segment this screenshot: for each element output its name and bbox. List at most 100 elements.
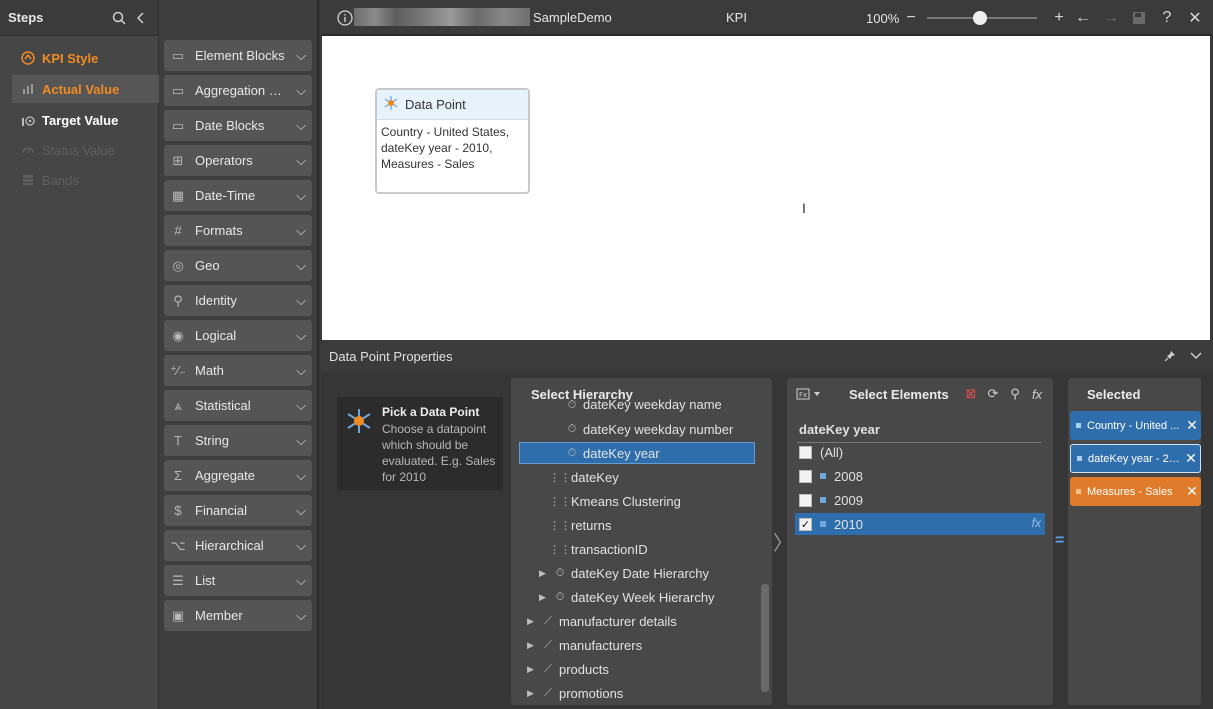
hierarchy-item[interactable]: ▶ ⟋ products [527, 658, 609, 680]
hierarchy-item[interactable]: ▶ ⟋ manufacturer details [527, 610, 677, 632]
selected-chip-measure[interactable]: Measures - Sales ✕ [1070, 477, 1201, 506]
hierarchy-item[interactable]: ⋮⋮ Kmeans Clustering [549, 490, 681, 512]
chevron-down-icon[interactable]: ⌵ [290, 83, 312, 99]
element-item[interactable]: 2009 [795, 489, 1045, 511]
date-hierarchy-icon: ⏱ [567, 446, 577, 459]
expand-arrow-icon[interactable]: ▶ [539, 592, 549, 603]
selected-chip-active[interactable]: dateKey year - 2010 ✕ [1070, 444, 1201, 473]
clear-selection-icon[interactable]: ⊠ [963, 386, 979, 402]
block-date-blocks[interactable]: ▭ Date Blocks ⌵ [164, 110, 312, 141]
math-icon: ⁺⁄₋ [170, 362, 186, 378]
block-logical[interactable]: ◉ Logical ⌵ [164, 320, 312, 351]
element-blocks-icon: ▭ [171, 47, 185, 63]
search-icon[interactable]: ⚲ [1007, 386, 1023, 402]
block-formats[interactable]: # Formats ⌵ [164, 215, 312, 246]
block-operators[interactable]: ⊞ Operators ⌵ [164, 145, 312, 176]
search-icon[interactable] [110, 9, 128, 27]
block-member[interactable]: ▣ Member ⌵ [164, 600, 312, 631]
chevron-down-icon[interactable]: ⌵ [290, 363, 312, 379]
card-line: Country - United States, [381, 125, 510, 139]
zoom-out-icon[interactable]: − [901, 8, 921, 28]
block-statistical[interactable]: ⩓ Statistical ⌵ [164, 390, 312, 421]
pin-icon[interactable] [1161, 347, 1179, 365]
chevron-down-icon[interactable]: ⌵ [290, 188, 312, 204]
operators-icon: ⊞ [172, 152, 184, 168]
chevron-down-icon[interactable]: ⌵ [290, 118, 312, 134]
chevron-down-icon[interactable]: ⌵ [290, 503, 312, 519]
collapse-left-icon[interactable] [132, 9, 150, 27]
expand-arrow-icon[interactable]: ▶ [527, 688, 537, 699]
help-icon[interactable]: ? [1157, 8, 1177, 28]
fx-icon[interactable]: fx [1032, 516, 1041, 530]
element-item-all[interactable]: (All) [795, 441, 1045, 463]
chevron-down-icon[interactable]: ⌵ [290, 468, 312, 484]
chevron-down-icon[interactable]: ⌵ [290, 293, 312, 309]
expand-arrow-icon[interactable]: ▶ [527, 664, 537, 675]
checkbox[interactable] [799, 493, 812, 507]
chevron-down-icon[interactable]: ⌵ [290, 328, 312, 344]
remove-icon[interactable]: ✕ [1182, 450, 1200, 467]
zoom-slider-thumb[interactable] [973, 11, 987, 25]
block-string[interactable]: T String ⌵ [164, 425, 312, 456]
chevron-down-icon[interactable]: ⌵ [290, 433, 312, 449]
hierarchy-item[interactable]: ⏱ dateKey weekday number [565, 418, 734, 440]
info-icon[interactable] [335, 8, 355, 28]
hierarchy-icon: ⌥ [170, 537, 186, 553]
step-kpi-style[interactable]: KPI Style [12, 44, 98, 72]
hierarchy-item-selected[interactable]: ⏱ dateKey year [519, 442, 755, 464]
element-item-selected[interactable]: ✓ 2010 fx [795, 513, 1045, 535]
hierarchy-item[interactable]: ▶ ⟋ manufacturers [527, 634, 642, 656]
chevron-down-icon[interactable]: ⌵ [290, 398, 312, 414]
block-date-time[interactable]: ▦ Date-Time ⌵ [164, 180, 312, 211]
expand-arrow-icon[interactable]: ▶ [527, 640, 537, 651]
close-icon[interactable]: ✕ [1185, 8, 1205, 28]
chevron-down-icon[interactable]: ⌵ [290, 153, 312, 169]
chevron-down-icon[interactable]: ⌵ [290, 258, 312, 274]
hierarchy-item[interactable]: ▶ ⏱ dateKey Week Hierarchy [539, 586, 715, 608]
hierarchy-item[interactable]: ⏱ dateKey weekday name [565, 398, 722, 412]
chevron-down-icon[interactable] [1187, 347, 1205, 365]
element-item[interactable]: 2008 [795, 465, 1045, 487]
block-list[interactable]: ☰ List ⌵ [164, 565, 312, 596]
block-identity[interactable]: ⚲ Identity ⌵ [164, 285, 312, 316]
checkbox[interactable] [799, 469, 812, 483]
block-hierarchical[interactable]: ⌥ Hierarchical ⌵ [164, 530, 312, 561]
hierarchy-item[interactable]: ⋮⋮ returns [549, 514, 611, 536]
block-element-blocks[interactable]: ▭ Element Blocks ⌵ [164, 40, 312, 71]
selected-chip[interactable]: Country - United ... ✕ [1070, 411, 1201, 440]
hierarchy-scrollbar[interactable] [761, 584, 769, 692]
date-blocks-icon: ▭ [171, 117, 185, 133]
step-actual-value[interactable]: Actual Value [12, 75, 159, 103]
member-marker-icon [820, 521, 826, 527]
design-canvas[interactable]: Data Point Country - United States, date… [322, 36, 1210, 340]
zoom-in-icon[interactable]: + [1049, 8, 1069, 28]
remove-icon[interactable]: ✕ [1183, 417, 1201, 434]
chevron-down-icon[interactable]: ⌵ [290, 608, 312, 624]
checkbox-checked[interactable]: ✓ [799, 517, 812, 531]
expand-arrow-icon[interactable]: ▶ [527, 616, 537, 627]
data-point-card-header: Data Point [377, 90, 528, 120]
chevron-down-icon[interactable]: ⌵ [290, 223, 312, 239]
chevron-down-icon[interactable]: ⌵ [290, 48, 312, 64]
calendar-icon: ▦ [171, 187, 185, 203]
block-math[interactable]: ⁺⁄₋ Math ⌵ [164, 355, 312, 386]
block-financial[interactable]: $ Financial ⌵ [164, 495, 312, 526]
block-aggregate[interactable]: Σ Aggregate ⌵ [164, 460, 312, 491]
chevron-down-icon[interactable]: ⌵ [290, 538, 312, 554]
hierarchy-item[interactable]: ▶ ⏱ dateKey Date Hierarchy [539, 562, 709, 584]
formula-dropdown-icon[interactable]: Fx [795, 386, 823, 402]
remove-icon[interactable]: ✕ [1183, 483, 1201, 500]
hierarchy-item[interactable]: ⋮⋮ dateKey [549, 466, 619, 488]
refresh-icon[interactable]: ⟳ [985, 386, 1001, 402]
back-arrow-icon[interactable]: ← [1073, 8, 1093, 28]
checkbox[interactable] [799, 445, 812, 459]
hierarchy-item[interactable]: ▶ ⟋ promotions [527, 682, 623, 704]
chevron-down-icon[interactable]: ⌵ [290, 573, 312, 589]
block-aggregation-blocks[interactable]: ▭ Aggregation Blo... ⌵ [164, 75, 312, 106]
block-geo[interactable]: ◎ Geo ⌵ [164, 250, 312, 281]
data-point-card[interactable]: Data Point Country - United States, date… [375, 88, 530, 194]
expand-arrow-icon[interactable]: ▶ [539, 568, 549, 579]
fx-icon[interactable]: fx [1029, 386, 1045, 402]
hierarchy-item[interactable]: ⋮⋮ transactionID [549, 538, 648, 560]
step-target-value[interactable]: Target Value [12, 106, 118, 134]
